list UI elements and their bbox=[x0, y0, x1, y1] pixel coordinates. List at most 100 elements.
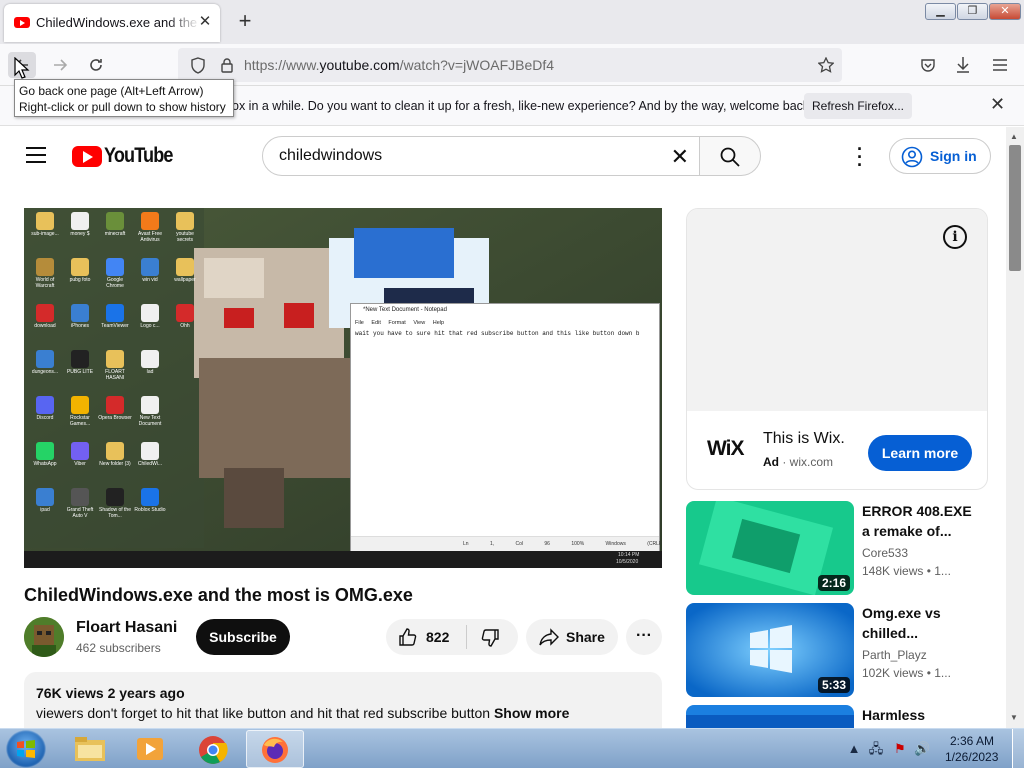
guide-menu-icon[interactable] bbox=[26, 147, 46, 163]
ad-title[interactable]: This is Wix. bbox=[763, 430, 845, 448]
tab-title: ChiledWindows.exe and the most is OMG.ex… bbox=[36, 15, 200, 30]
video-thumbnail[interactable]: 2:16 bbox=[686, 501, 854, 595]
desktop-icon-label: win vid bbox=[142, 277, 158, 283]
show-desktop-button[interactable] bbox=[1012, 729, 1024, 769]
notepad-menu-item: Help bbox=[432, 320, 445, 326]
refresh-firefox-button[interactable]: Refresh Firefox... bbox=[804, 93, 912, 119]
desktop-icon-label: Viber bbox=[74, 461, 86, 467]
menu-hamburger-icon[interactable] bbox=[992, 58, 1008, 72]
video-thumbnail[interactable]: 5:33 bbox=[686, 603, 854, 697]
new-tab-button[interactable]: + bbox=[234, 10, 256, 32]
ad-info-icon[interactable]: i bbox=[943, 225, 967, 249]
network-icon[interactable]: 🖧 bbox=[868, 741, 884, 757]
search-box[interactable]: chiledwindows ✕ bbox=[262, 136, 700, 176]
search-button[interactable] bbox=[699, 136, 761, 176]
video-taskbar: 10:14 PM 10/5/2020 bbox=[24, 551, 662, 568]
video-thumbnail[interactable] bbox=[686, 705, 854, 728]
like-count[interactable]: 822 bbox=[426, 629, 449, 645]
desktop-icon: ChiledWi... bbox=[133, 440, 167, 479]
shield-icon[interactable] bbox=[190, 57, 206, 74]
description-box[interactable]: 76K views 2 years ago viewers don't forg… bbox=[24, 672, 662, 728]
desktop-icon-image bbox=[71, 442, 89, 460]
learn-more-button[interactable]: Learn more bbox=[868, 435, 972, 471]
notification-close-icon[interactable]: ✕ bbox=[990, 94, 1005, 115]
clock-date[interactable]: 1/26/2023 bbox=[945, 750, 998, 764]
bookmark-star-icon[interactable] bbox=[818, 57, 834, 73]
back-button-tooltip: Go back one page (Alt+Left Arrow) Right-… bbox=[14, 79, 234, 117]
video-player[interactable]: sub-image... money $ minecraft Avast Free A… bbox=[24, 208, 662, 568]
pocket-icon[interactable] bbox=[920, 57, 936, 73]
recommended-video[interactable]: 5:33 Omg.exe vs chilled... Parth_Playz 1… bbox=[686, 603, 986, 697]
video-title: ChiledWindows.exe and the most is OMG.ex… bbox=[24, 585, 413, 605]
youtube-logo-text[interactable]: YouTube bbox=[104, 144, 173, 168]
clear-search-icon[interactable]: ✕ bbox=[671, 144, 689, 170]
desktop-icon-image bbox=[106, 212, 124, 230]
recommended-channel[interactable]: Parth_Playz bbox=[862, 648, 927, 662]
notepad-status: Ln 1, Col 96 100% Windows (CRLF) UTF-8 bbox=[351, 536, 662, 552]
downloads-icon[interactable] bbox=[955, 56, 971, 74]
taskbar-explorer[interactable] bbox=[60, 730, 118, 768]
more-actions-button[interactable]: ··· bbox=[626, 619, 662, 655]
avatar-image bbox=[24, 617, 64, 657]
channel-name[interactable]: Floart Hasani bbox=[76, 619, 177, 637]
desktop-icon-image bbox=[71, 488, 89, 506]
desktop-icon: Avast Free Antivirus bbox=[133, 210, 167, 249]
desktop-icon: Logo c... bbox=[133, 302, 167, 341]
desktop-icon: sub-image... bbox=[28, 210, 62, 249]
desktop-icon-image bbox=[141, 488, 159, 506]
taskbar-firefox[interactable] bbox=[246, 730, 304, 768]
browser-tab-active[interactable]: ChiledWindows.exe and the most is OMG.ex… bbox=[4, 4, 220, 42]
page-scrollbar[interactable]: ▲ ▼ bbox=[1006, 127, 1024, 728]
lock-icon[interactable] bbox=[220, 57, 234, 73]
thumbs-up-icon[interactable] bbox=[398, 627, 418, 647]
desktop-icon-label: ChiledWi... bbox=[137, 461, 163, 467]
minimize-window-button[interactable]: ▁ bbox=[925, 3, 956, 20]
reload-button[interactable] bbox=[82, 52, 110, 78]
action-center-icon[interactable]: ⚑ bbox=[892, 741, 908, 757]
desktop-icon-label: Roblox Studio bbox=[134, 507, 166, 513]
desktop-icon-image bbox=[71, 350, 89, 368]
url-text[interactable]: https://www.youtube.com/watch?v=jWOAFJBe… bbox=[244, 57, 554, 73]
settings-more-icon[interactable]: · · · bbox=[850, 140, 870, 174]
share-button[interactable]: Share bbox=[526, 619, 618, 655]
recommended-title[interactable]: Omg.exe vs chilled... bbox=[862, 603, 982, 643]
channel-avatar[interactable] bbox=[24, 617, 64, 657]
taskbar-media-player[interactable] bbox=[120, 730, 178, 768]
subscribe-button[interactable]: Subscribe bbox=[196, 619, 290, 655]
desktop-icon-label: sub-image... bbox=[31, 231, 59, 237]
taskbar-chrome[interactable] bbox=[184, 730, 242, 768]
ad-media[interactable] bbox=[687, 209, 987, 411]
scroll-down-icon[interactable]: ▼ bbox=[1010, 713, 1018, 722]
sign-in-button[interactable]: Sign in bbox=[889, 138, 991, 174]
scrollbar-thumb[interactable] bbox=[1009, 145, 1021, 271]
recommended-channel[interactable]: Core533 bbox=[862, 546, 908, 560]
recommended-title[interactable]: Harmless bbox=[862, 705, 982, 725]
desktop-icon-label: WhatsApp bbox=[33, 461, 57, 467]
start-button[interactable] bbox=[6, 730, 46, 768]
clock-time[interactable]: 2:36 AM bbox=[950, 734, 994, 748]
maximize-window-button[interactable]: ❐ bbox=[957, 3, 988, 20]
tray-expand-icon[interactable]: ▲ bbox=[846, 741, 862, 757]
like-dislike-group: 822 bbox=[386, 619, 518, 655]
show-more-link[interactable]: Show more bbox=[494, 705, 569, 721]
volume-icon[interactable]: 🔊 bbox=[914, 741, 930, 757]
ad-card[interactable]: i WiX This is Wix. Ad · wix.com Learn mo… bbox=[686, 208, 988, 490]
notepad-status-item: Ln 1, Col 96 bbox=[463, 541, 572, 547]
desktop-icon-label: Discord bbox=[36, 415, 54, 421]
forward-button[interactable] bbox=[46, 52, 74, 78]
thumbs-down-icon[interactable] bbox=[480, 628, 500, 648]
recommended-title[interactable]: ERROR 408.EXE a remake of... bbox=[862, 501, 982, 541]
windows-taskbar: ▲ 🖧 ⚑ 🔊 2:36 AM 1/26/2023 bbox=[0, 728, 1024, 769]
recommended-video[interactable]: 2:16 ERROR 408.EXE a remake of... Core53… bbox=[686, 501, 986, 595]
desktop-icon-image bbox=[176, 304, 194, 322]
youtube-logo-icon[interactable] bbox=[72, 146, 102, 167]
scroll-up-icon[interactable]: ▲ bbox=[1010, 132, 1018, 141]
close-window-button[interactable]: ✕ bbox=[989, 3, 1021, 20]
search-input[interactable]: chiledwindows bbox=[279, 147, 382, 165]
notepad-menu-item: File bbox=[355, 320, 372, 326]
desktop-icon: Iad bbox=[133, 348, 167, 387]
desktop-icon: New folder (3) bbox=[98, 440, 132, 479]
recommended-video[interactable]: Harmless bbox=[686, 705, 986, 728]
tab-close-icon[interactable]: ✕ bbox=[196, 13, 214, 31]
address-bar[interactable]: https://www.youtube.com/watch?v=jWOAFJBe… bbox=[178, 48, 842, 82]
